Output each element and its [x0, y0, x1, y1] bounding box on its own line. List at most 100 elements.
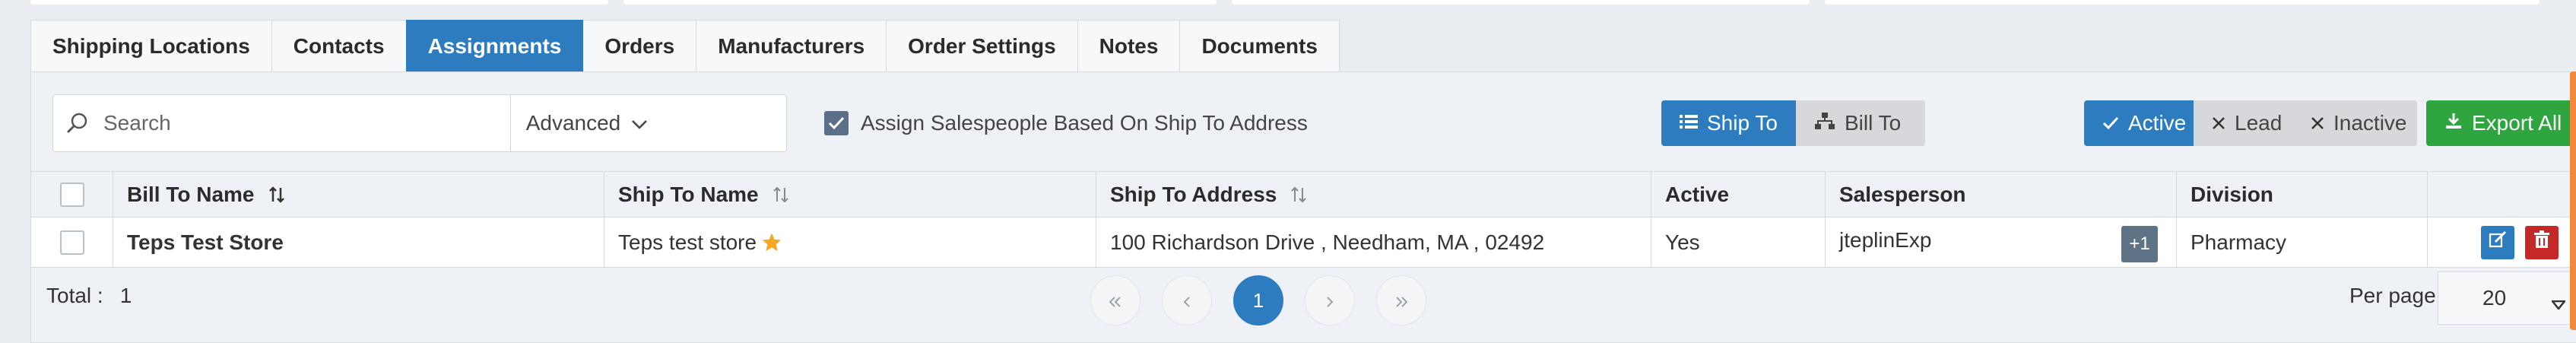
caret-down-icon: [2550, 291, 2567, 315]
search-box: Advanced: [52, 94, 787, 152]
search-input[interactable]: [102, 95, 510, 151]
ship-to-name-cell: Teps test store: [604, 218, 1096, 267]
page-1-button[interactable]: 1: [1233, 275, 1283, 326]
total-label: Total :: [46, 284, 103, 307]
tab-bar: Shipping Locations Contacts Assignments …: [30, 20, 1340, 71]
first-page-button[interactable]: [1090, 275, 1140, 326]
tab-contacts[interactable]: Contacts: [271, 20, 407, 71]
ship-to-name-header[interactable]: Ship To Name: [604, 172, 1096, 217]
table-row[interactable]: Teps Test Store Teps test store 100 Rich…: [31, 217, 2576, 268]
top-card: [623, 0, 1217, 5]
more-salespeople-badge[interactable]: +1: [2121, 226, 2158, 262]
row-select-cell: [31, 218, 113, 267]
bill-to-name-header-label: Bill To Name: [127, 182, 255, 206]
next-page-button[interactable]: [1305, 275, 1355, 326]
top-card: [30, 0, 608, 5]
list-icon: [1680, 111, 1698, 135]
salesperson-header: Salesperson: [1826, 172, 2177, 217]
sitemap-icon: [1814, 111, 1835, 135]
salesperson-header-label: Salesperson: [1839, 182, 1966, 206]
tab-manufacturers[interactable]: Manufacturers: [696, 20, 887, 71]
tab-orders[interactable]: Orders: [582, 20, 697, 71]
active-filter-label: Active: [2128, 111, 2187, 135]
download-icon: [2444, 111, 2463, 135]
bill-to-button[interactable]: Bill To: [1796, 100, 1925, 146]
division-header: Division: [2177, 172, 2428, 217]
division-header-label: Division: [2191, 182, 2273, 206]
tab-documents[interactable]: Documents: [1179, 20, 1340, 71]
export-group: Export All: [2426, 100, 2576, 146]
ship-to-address-header[interactable]: Ship To Address: [1096, 172, 1651, 217]
assign-salespeople-label: Assign Salespeople Based On Ship To Addr…: [861, 111, 1308, 135]
ship-to-button[interactable]: Ship To: [1661, 100, 1796, 146]
check-icon: [2102, 111, 2119, 135]
top-card: [1825, 0, 2540, 5]
pagination: 1: [1090, 275, 1426, 326]
sort-icon[interactable]: [1290, 186, 1307, 203]
actions-header: [2428, 172, 2576, 217]
inactive-filter-label: Inactive: [2333, 111, 2407, 135]
tab-notes[interactable]: Notes: [1077, 20, 1181, 71]
bill-to-label: Bill To: [1845, 111, 1902, 135]
total-value: 1: [119, 284, 132, 307]
ship-to-name-header-label: Ship To Name: [618, 182, 759, 206]
sort-icon[interactable]: [772, 186, 789, 203]
chevron-down-icon: [631, 111, 648, 135]
ship-to-name-text: Teps test store: [618, 230, 757, 254]
salesperson-cell: jteplinExp +1: [1826, 218, 2177, 267]
ship-to-address-cell: 100 Richardson Drive , Needham, MA , 024…: [1096, 218, 1651, 267]
tab-order-settings[interactable]: Order Settings: [886, 20, 1078, 71]
select-all-cell: [31, 172, 113, 217]
sort-icon[interactable]: [268, 186, 285, 203]
edit-icon: [2488, 230, 2508, 255]
select-all-checkbox[interactable]: [59, 182, 84, 207]
previous-page-button[interactable]: [1162, 275, 1212, 326]
lead-filter-label: Lead: [2235, 111, 2283, 135]
salesperson-text: jteplinExp: [1839, 228, 1932, 252]
total-count: Total : 1: [46, 284, 132, 308]
assignments-panel: Advanced Assign Salespeople Based On Shi…: [30, 71, 2576, 343]
close-icon: [2212, 111, 2225, 135]
address-type-toggle: Ship To Bill To: [1661, 100, 1925, 146]
assignments-table: Bill To Name Ship To Name Ship To Addres…: [31, 171, 2576, 268]
export-all-button[interactable]: Export All: [2426, 100, 2576, 146]
trash-icon: [2533, 230, 2550, 255]
delete-button[interactable]: [2525, 225, 2559, 259]
status-filter: Active Lead Inactive: [2084, 100, 2417, 146]
active-header-label: Active: [1665, 182, 1730, 206]
chevron-right-icon: [1326, 289, 1334, 313]
active-filter-button[interactable]: Active: [2084, 100, 2194, 146]
table-header-row: Bill To Name Ship To Name Ship To Addres…: [31, 171, 2576, 217]
search-icon: [53, 95, 102, 151]
active-cell: Yes: [1651, 218, 1826, 267]
active-header: Active: [1651, 172, 1826, 217]
double-chevron-right-icon: [1394, 289, 1408, 313]
top-card: [1232, 0, 1810, 5]
assign-salespeople-checkbox[interactable]: [824, 111, 849, 135]
per-page-value: 20: [2482, 286, 2507, 310]
tab-shipping-locations[interactable]: Shipping Locations: [30, 20, 272, 71]
advanced-label: Advanced: [525, 111, 621, 135]
actions-cell: [2428, 218, 2576, 267]
inactive-filter-button[interactable]: Inactive: [2292, 100, 2417, 146]
advanced-dropdown[interactable]: Advanced: [510, 95, 663, 151]
division-cell: Pharmacy: [2177, 218, 2428, 267]
close-icon: [2311, 111, 2324, 135]
last-page-button[interactable]: [1376, 275, 1426, 326]
export-all-label: Export All: [2472, 111, 2562, 135]
ship-to-label: Ship To: [1707, 111, 1778, 135]
row-checkbox[interactable]: [59, 230, 84, 255]
edit-button[interactable]: [2481, 225, 2514, 259]
bill-to-name-cell: Teps Test Store: [113, 218, 604, 267]
assign-salespeople-option: Assign Salespeople Based On Ship To Addr…: [824, 111, 1308, 135]
chevron-left-icon: [1183, 289, 1191, 313]
tab-assignments[interactable]: Assignments: [405, 20, 584, 71]
lead-filter-button[interactable]: Lead: [2194, 100, 2292, 146]
star-icon: [761, 232, 782, 253]
ship-to-address-header-label: Ship To Address: [1110, 182, 1277, 206]
per-page-select[interactable]: 20: [2438, 272, 2576, 325]
double-chevron-left-icon: [1109, 289, 1122, 313]
bill-to-name-header[interactable]: Bill To Name: [113, 172, 604, 217]
top-strip: [0, 0, 2576, 6]
scroll-accent: [2570, 71, 2576, 330]
